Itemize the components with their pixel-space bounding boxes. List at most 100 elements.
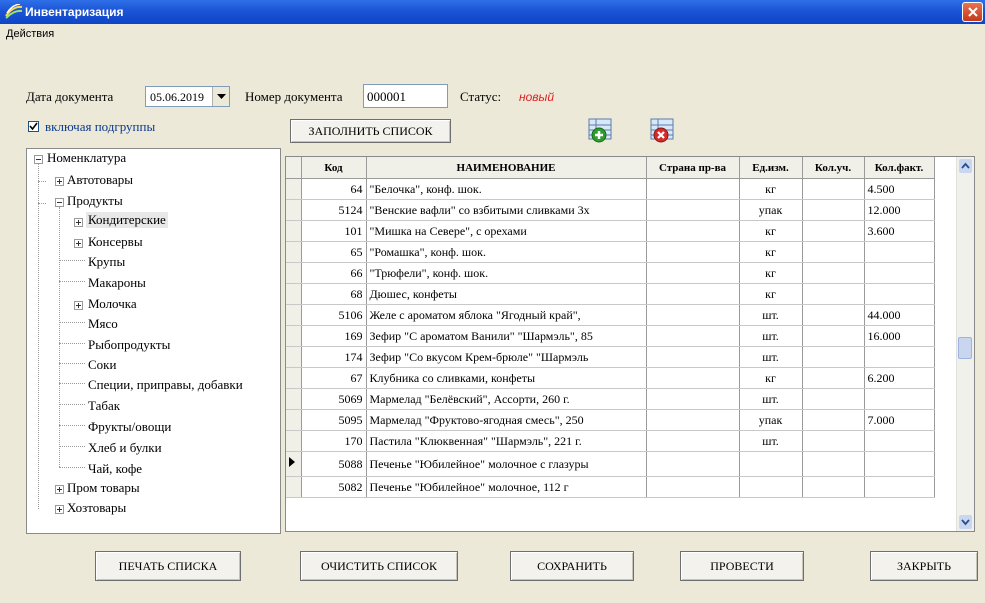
cell-qty-actual[interactable]: 16.000 xyxy=(864,325,935,347)
tree-item[interactable]: Фрукты/овощи xyxy=(88,419,171,435)
cell-unit[interactable]: упак xyxy=(739,199,803,221)
cell-name[interactable]: Зефир "Со вкусом Крем-брюле" "Шармэль xyxy=(366,346,647,368)
cell-qty-accounted[interactable] xyxy=(802,346,865,368)
cell-qty-actual[interactable] xyxy=(864,476,935,498)
cell-name[interactable]: Печенье "Юбилейное" молочное, 112 г xyxy=(366,476,647,498)
expand-toggle[interactable] xyxy=(74,301,83,310)
tree-root[interactable]: Номенклатура xyxy=(47,150,126,166)
tree-item[interactable]: Автотовары xyxy=(67,172,133,188)
table-row[interactable]: 5124 "Венские вафли" со взбитыми сливками… xyxy=(286,199,935,221)
tree-item[interactable]: Чай, кофе xyxy=(88,461,142,477)
cell-code[interactable]: 169 xyxy=(301,325,367,347)
cell-qty-accounted[interactable] xyxy=(802,241,865,263)
cell-country[interactable] xyxy=(646,220,740,242)
expand-toggle[interactable] xyxy=(74,218,83,227)
cell-code[interactable]: 65 xyxy=(301,241,367,263)
cell-name[interactable]: Желе с ароматом яблока "Ягодный край", xyxy=(366,304,647,326)
vertical-scrollbar[interactable] xyxy=(956,157,974,531)
expand-toggle[interactable] xyxy=(55,505,64,514)
cell-qty-actual[interactable] xyxy=(863,451,935,477)
cell-name[interactable]: "Белочка", конф. шок. xyxy=(366,178,647,200)
cell-country[interactable] xyxy=(646,409,740,431)
cell-country[interactable] xyxy=(646,304,740,326)
tree-item[interactable]: Пром товары xyxy=(67,480,140,496)
cell-qty-actual[interactable] xyxy=(864,241,935,263)
cell-unit[interactable] xyxy=(739,451,803,477)
remove-row-icon[interactable] xyxy=(650,118,678,144)
col-header-unit[interactable]: Ед.изм. xyxy=(739,157,803,179)
print-list-button[interactable]: ПЕЧАТЬ СПИСКА xyxy=(95,551,241,581)
table-row[interactable]: 5106 Желе с ароматом яблока "Ягодный край… xyxy=(286,304,935,326)
cell-qty-actual[interactable]: 44.000 xyxy=(864,304,935,326)
cell-name[interactable]: "Мишка на Севере", с орехами xyxy=(366,220,647,242)
cell-unit[interactable]: шт. xyxy=(739,346,803,368)
cell-unit[interactable]: кг xyxy=(739,283,803,305)
cell-country[interactable] xyxy=(646,476,740,498)
date-dropdown-button[interactable] xyxy=(212,87,229,106)
cell-qty-accounted[interactable] xyxy=(802,325,865,347)
cell-code[interactable]: 101 xyxy=(301,220,367,242)
cell-qty-actual[interactable]: 3.600 xyxy=(864,220,935,242)
tree-item[interactable]: Специи, приправы, добавки xyxy=(88,377,243,393)
cell-country[interactable] xyxy=(646,262,740,284)
date-picker[interactable]: 05.06.2019 xyxy=(145,86,230,107)
expand-toggle[interactable] xyxy=(74,239,83,248)
cell-unit[interactable]: шт. xyxy=(739,388,803,410)
cell-code[interactable]: 66 xyxy=(301,262,367,284)
add-row-icon[interactable] xyxy=(588,118,616,144)
cell-qty-accounted[interactable] xyxy=(802,262,865,284)
expand-toggle[interactable] xyxy=(55,177,64,186)
table-row[interactable]: 68 Дюшес, конфеты кг xyxy=(286,283,935,305)
cell-country[interactable] xyxy=(646,325,740,347)
post-button[interactable]: ПРОВЕСТИ xyxy=(680,551,804,581)
cell-unit[interactable]: кг xyxy=(739,262,803,284)
close-window-button[interactable] xyxy=(962,2,983,22)
cell-qty-accounted[interactable] xyxy=(802,178,865,200)
cell-unit[interactable]: кг xyxy=(739,178,803,200)
tree-item[interactable]: Молочка xyxy=(88,296,137,312)
tree-item[interactable]: Рыбопродукты xyxy=(88,337,170,353)
cell-qty-actual[interactable]: 7.000 xyxy=(864,409,935,431)
table-row[interactable]: 170 Пастила "Клюквенная" "Шармэль", 221 г… xyxy=(286,430,935,452)
save-button[interactable]: СОХРАНИТЬ xyxy=(510,551,634,581)
cell-country[interactable] xyxy=(646,388,740,410)
cell-code[interactable]: 5088 xyxy=(301,451,367,477)
cell-qty-accounted[interactable] xyxy=(802,220,865,242)
category-tree[interactable]: Номенклатура Автотовары Продукты Кондите… xyxy=(26,148,281,534)
cell-name[interactable]: Печенье "Юбилейное" молочное с глазуры xyxy=(366,451,647,477)
tree-item[interactable]: Продукты xyxy=(67,193,123,209)
cell-qty-actual[interactable]: 4.500 xyxy=(864,178,935,200)
tree-item[interactable]: Табак xyxy=(88,398,120,414)
cell-code[interactable]: 174 xyxy=(301,346,367,368)
cell-unit[interactable]: упак xyxy=(739,409,803,431)
col-header-qty-actual[interactable]: Кол.факт. xyxy=(864,157,935,179)
scroll-thumb[interactable] xyxy=(958,337,972,359)
cell-code[interactable]: 170 xyxy=(301,430,367,452)
cell-name[interactable]: Дюшес, конфеты xyxy=(366,283,647,305)
tree-item[interactable]: Крупы xyxy=(88,254,125,270)
tree-item[interactable]: Макароны xyxy=(88,275,146,291)
cell-qty-accounted[interactable] xyxy=(802,451,865,477)
table-row[interactable]: 66 "Трюфели", конф. шок. кг xyxy=(286,262,935,284)
cell-qty-accounted[interactable] xyxy=(802,199,865,221)
cell-qty-accounted[interactable] xyxy=(802,367,865,389)
table-row[interactable]: 101 "Мишка на Севере", с орехами кг 3.600 xyxy=(286,220,935,242)
cell-country[interactable] xyxy=(646,283,740,305)
inventory-grid[interactable]: Код НАИМЕНОВАНИЕ Страна пр-ва Ед.изм. Ко… xyxy=(285,156,975,532)
cell-code[interactable]: 67 xyxy=(301,367,367,389)
cell-country[interactable] xyxy=(646,199,740,221)
cell-name[interactable]: "Венские вафли" со взбитыми сливками 3х xyxy=(366,199,647,221)
cell-name[interactable]: Пастила "Клюквенная" "Шармэль", 221 г. xyxy=(366,430,647,452)
tree-item-selected[interactable]: Кондитерские xyxy=(86,212,168,228)
collapse-toggle[interactable] xyxy=(55,198,64,207)
table-row[interactable]: 67 Клубника со сливками, конфеты кг 6.200 xyxy=(286,367,935,389)
scroll-down-icon[interactable] xyxy=(959,515,972,529)
cell-unit[interactable]: кг xyxy=(739,241,803,263)
cell-qty-actual[interactable]: 12.000 xyxy=(864,199,935,221)
table-row[interactable]: 5095 Мармелад "Фруктово-ягодная смесь", 2… xyxy=(286,409,935,431)
cell-country[interactable] xyxy=(646,346,740,368)
cell-name[interactable]: Зефир "С ароматом Ванили" "Шармэль", 85 xyxy=(366,325,647,347)
tree-item[interactable]: Хлеб и булки xyxy=(88,440,162,456)
table-row[interactable]: 174 Зефир "Со вкусом Крем-брюле" "Шармэль… xyxy=(286,346,935,368)
menu-actions[interactable]: Действия xyxy=(6,28,54,40)
